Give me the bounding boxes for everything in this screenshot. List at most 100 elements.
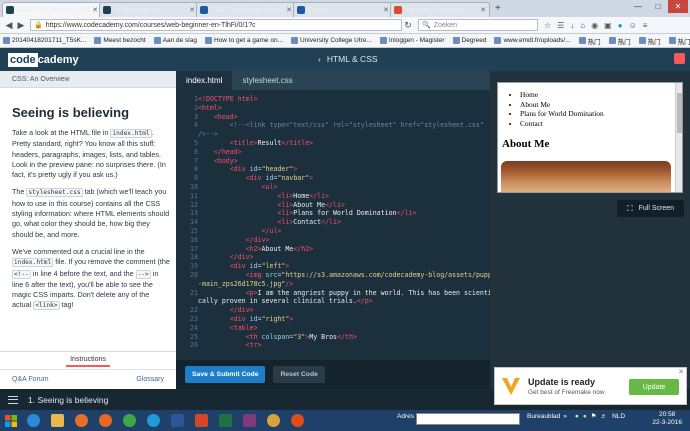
- tray-volume-icon[interactable]: ♬: [601, 413, 608, 420]
- reset-code-button[interactable]: Reset Code: [273, 366, 325, 383]
- bookmark-label: 热门: [617, 38, 631, 46]
- bookmark-item[interactable]: Inloggen - Magister: [379, 37, 445, 44]
- bookmark-item[interactable]: www.emdl.fr/uploads/...: [494, 37, 571, 44]
- taskbar-firefox-active-icon[interactable]: [286, 411, 309, 430]
- pocket-icon[interactable]: ◉: [591, 21, 598, 30]
- tray-network-icon[interactable]: ●: [575, 413, 579, 420]
- chevron-left-icon[interactable]: ‹: [318, 54, 321, 64]
- code-line: </div>: [229, 306, 254, 315]
- lesson-body: Take a look at the HTML file in index.ht…: [12, 128, 170, 319]
- bookmark-item[interactable]: 热门: [668, 36, 690, 46]
- taskbar-word-icon[interactable]: [166, 411, 189, 430]
- bookmark-item[interactable]: University College Utre...: [290, 37, 372, 44]
- tray-app-icon[interactable]: ●: [583, 413, 587, 420]
- taskbar-ie-icon[interactable]: [22, 411, 45, 430]
- browser-tab[interactable]: Agenda - Magister ✕: [390, 2, 490, 17]
- taskbar-onenote-icon[interactable]: [238, 411, 261, 430]
- search-input[interactable]: 🔍 Zoeken: [418, 19, 538, 31]
- minimize-button[interactable]: —: [628, 0, 648, 13]
- forward-icon[interactable]: ▶: [15, 19, 27, 31]
- home-icon[interactable]: ⌂: [580, 21, 585, 30]
- preview-frame[interactable]: HomeAbout MePlans for World DominationCo…: [497, 82, 683, 193]
- bookmark-item[interactable]: 20140418201711_T5sK...: [3, 37, 86, 44]
- codecademy-logo[interactable]: code cademy: [8, 52, 79, 67]
- code-line: cally proven in several clinical trials.…: [198, 297, 373, 306]
- bookmark-label: Aan de slag: [162, 37, 197, 44]
- tray-flag-icon[interactable]: ⚑: [591, 412, 597, 420]
- close-tab-icon[interactable]: ✕: [480, 6, 486, 14]
- instructions-label: Instructions: [66, 354, 110, 367]
- taskbar-media-icon[interactable]: [70, 411, 93, 430]
- browser-tab[interactable]: Fonts ✕: [293, 2, 393, 17]
- taskbar-powerpoint-icon[interactable]: [190, 411, 213, 430]
- fullscreen-button[interactable]: ⛶ Full Screen: [617, 200, 684, 217]
- bookmark-icon: [3, 37, 10, 44]
- taskbar-firefox-icon[interactable]: [94, 411, 117, 430]
- lock-icon: 🔒: [34, 22, 43, 29]
- menu-icon[interactable]: ≡: [643, 21, 648, 30]
- bookmark-item[interactable]: Degreed: [452, 37, 486, 44]
- code-line: <div id="header">: [229, 165, 298, 174]
- bookmark-icon: [494, 37, 502, 44]
- tab-stylesheet-css[interactable]: stylesheet.css: [232, 71, 302, 90]
- code-line: <li>Home</li>: [277, 191, 330, 200]
- submit-code-button[interactable]: Save & Submit Code: [185, 366, 266, 383]
- taskbar-skype-icon[interactable]: [142, 411, 165, 430]
- close-popup-icon[interactable]: ✕: [678, 368, 684, 376]
- tray-arrows-icon[interactable]: »: [563, 413, 567, 420]
- code-line: />-->: [198, 130, 218, 139]
- user-menu-icon[interactable]: [674, 53, 685, 64]
- url-bar[interactable]: 🔒 https://www.codecademy.com/courses/web…: [30, 19, 402, 31]
- bookmark-item[interactable]: 热门: [638, 36, 661, 46]
- taskbar-excel-icon[interactable]: [214, 411, 237, 430]
- navigation-toolbar: ◀ ▶ 🔒 https://www.codecademy.com/courses…: [0, 17, 690, 34]
- language-indicator[interactable]: NLD: [612, 413, 625, 420]
- taskbar-paint-icon[interactable]: [262, 411, 285, 430]
- code-line: <p>I am the angriest puppy in the world.…: [245, 288, 490, 297]
- preview-scrollbar[interactable]: [675, 83, 682, 192]
- bookmark-item[interactable]: Meest bezocht: [94, 37, 146, 44]
- download-icon[interactable]: ↓: [570, 21, 574, 30]
- close-tab-icon[interactable]: ✕: [189, 6, 195, 14]
- qa-forum-link[interactable]: Q&A Forum: [12, 376, 49, 383]
- update-button[interactable]: Update: [629, 379, 679, 395]
- tab-index-html[interactable]: index.html: [176, 71, 233, 90]
- bookmarks-bar: 20140418201711_T5sK... Meest bezocht Aan d…: [0, 34, 690, 48]
- skype-icon[interactable]: ●: [618, 21, 623, 30]
- taskbar-explorer-icon[interactable]: [46, 411, 69, 430]
- browser-tab-strip: CSS: An Overview | Codeca...✕| Codecadem…: [0, 0, 690, 17]
- reload-icon[interactable]: ↻: [402, 19, 414, 31]
- url-text: https://www.codecademy.com/courses/web-b…: [45, 21, 256, 29]
- lesson-breadcrumb: CSS: An Overview: [0, 71, 176, 88]
- maximize-button[interactable]: □: [648, 0, 668, 13]
- glossary-link[interactable]: Glossary: [136, 376, 164, 383]
- code-editor[interactable]: 1 <!DOCTYPE html> 2 <html> 3 <head> 4 <!--<li…: [176, 90, 490, 360]
- star-icon[interactable]: ☆: [544, 21, 551, 30]
- desktop-label[interactable]: Bureaublad: [527, 413, 560, 420]
- clock[interactable]: 20:58 22-3-2016: [652, 411, 682, 427]
- bookmark-item[interactable]: 热门: [578, 36, 601, 46]
- close-tab-icon[interactable]: ✕: [92, 6, 98, 14]
- bookmark-item[interactable]: Aan de slag: [153, 37, 197, 44]
- browser-tab[interactable]: CSS: An Overview | Codeca...✕: [2, 2, 102, 17]
- close-window-button[interactable]: ✕: [668, 0, 688, 13]
- browser-tab[interactable]: CSS Color Module Level 3✕: [196, 2, 296, 17]
- close-tab-icon[interactable]: ✕: [383, 6, 389, 14]
- code-line: <!DOCTYPE html>: [198, 95, 258, 103]
- close-tab-icon[interactable]: ✕: [286, 6, 292, 14]
- reading-list-icon[interactable]: ☰: [557, 21, 564, 30]
- browser-tab[interactable]: | Codecademy ✕: [99, 2, 199, 17]
- codecademy-header: code cademy ‹ HTML & CSS: [0, 48, 690, 71]
- smiley-icon[interactable]: ☺: [629, 21, 637, 30]
- taskbar-chrome-icon[interactable]: [118, 411, 141, 430]
- new-tab-button[interactable]: +: [495, 3, 501, 14]
- bookmark-item[interactable]: How to get a game on...: [204, 37, 283, 44]
- lesson-bar-label: 1. Seeing is believing: [28, 394, 109, 405]
- bookmark-item[interactable]: 热门: [608, 36, 631, 46]
- taskbar-address-input[interactable]: [416, 413, 520, 425]
- back-icon[interactable]: ◀: [3, 19, 15, 31]
- addon-icon[interactable]: ▣: [604, 21, 612, 30]
- hamburger-menu-icon[interactable]: [8, 395, 18, 404]
- start-button[interactable]: [0, 410, 22, 431]
- instructions-tab[interactable]: Instructions: [0, 351, 176, 369]
